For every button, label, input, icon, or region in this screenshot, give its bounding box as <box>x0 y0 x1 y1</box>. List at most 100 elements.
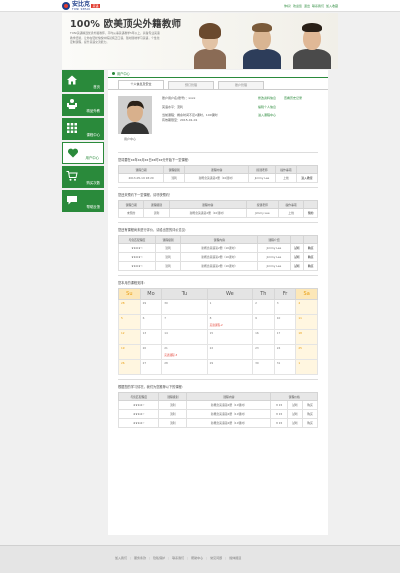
column-header: 课程日期 <box>117 165 165 174</box>
calendar-day[interactable]: 14 <box>161 329 208 345</box>
bookmark-link[interactable]: 加入收藏 <box>326 4 338 8</box>
buy-link[interactable]: 购买 <box>301 418 319 428</box>
calendar-day[interactable]: 6 <box>139 314 163 330</box>
footer-link[interactable]: 媒体报道 <box>229 556 241 560</box>
calendar-event[interactable]: 英语课程-2 <box>210 323 250 327</box>
day-number: 12 <box>121 331 125 335</box>
course-center-link[interactable]: 进入课程中心 <box>258 113 276 117</box>
calendar-day[interactable]: 25 <box>295 344 318 360</box>
tab-bookings[interactable]: 预订管理 <box>168 81 214 89</box>
column-header: 课程日期 <box>117 200 145 209</box>
banner-description: TONI英语精选优秀外籍教师，平均从事英语教学5年以上，具备专业英语教学经验，让… <box>70 31 160 45</box>
calendar-day[interactable]: 18 <box>295 329 318 345</box>
day-number: 16 <box>255 331 259 335</box>
calendar-day[interactable]: 11 <box>295 314 318 330</box>
footer-link[interactable]: 服务条款 <box>134 556 146 560</box>
calendar-day[interactable]: 19 <box>118 344 141 360</box>
calendar-day[interactable]: 31 <box>273 359 297 375</box>
footer-link[interactable]: 常见问题 <box>210 556 222 560</box>
calendar-day[interactable]: 21 英语课程-3 <box>161 344 208 360</box>
trial-link[interactable]: 试听 <box>286 400 303 410</box>
logo[interactable]: 安比克 TONI SPEAK 英语 <box>62 1 100 11</box>
calendar-day[interactable]: 20 <box>139 344 163 360</box>
sidebar-item-label: 帮助反馈 <box>86 205 100 209</box>
sidebar-item-user-center[interactable]: 用户中心 <box>62 142 104 164</box>
calendar-day[interactable]: 28 <box>161 359 208 375</box>
footer-link[interactable]: 帮助中心 <box>191 556 203 560</box>
calendar-day[interactable]: 13 <box>139 329 163 345</box>
calendar-day[interactable]: 1 <box>206 299 254 315</box>
trial-link[interactable]: 试听 <box>286 418 303 428</box>
calendar-day[interactable]: 23 <box>252 344 275 360</box>
calendar-day[interactable]: 17 <box>273 329 297 345</box>
sidebar-item-teachers[interactable]: 精品外教 <box>62 94 104 116</box>
calendar-week: 19 20 21 英语课程-3 22 23 24 25 <box>118 344 318 360</box>
calendar-day[interactable]: 24 <box>273 344 297 360</box>
edit-profile-link[interactable]: 编辑个人信息 <box>258 105 276 109</box>
sidebar-item-help[interactable]: 帮助反馈 <box>62 190 104 212</box>
trial-link[interactable]: 试听 <box>286 409 303 419</box>
day-number: 5 <box>121 316 123 320</box>
column-header <box>303 235 318 244</box>
calendar-day[interactable]: 9 <box>252 314 275 330</box>
calendar-day[interactable]: 15 <box>206 329 254 345</box>
day-number: 30 <box>164 301 168 305</box>
buy-link[interactable]: 购买 <box>301 409 319 419</box>
day-number: 15 <box>209 331 214 335</box>
calendar-day[interactable]: 2 <box>252 299 275 315</box>
history-link[interactable]: 查看历史记录 <box>284 96 302 100</box>
column-header: 课程价格 <box>270 392 318 401</box>
calendar-day[interactable]: 16 <box>252 329 275 345</box>
trial-link[interactable]: 试听 <box>289 243 305 253</box>
trial-link[interactable]: 试听 <box>289 261 305 271</box>
weekday-header: Su <box>118 288 141 300</box>
logout-link[interactable]: 退出 <box>304 4 310 8</box>
logo-tag: 英语 <box>91 4 100 8</box>
calendar-event[interactable]: 英语课程-3 <box>164 353 204 357</box>
footer-link[interactable]: 联系我们 <box>172 556 184 560</box>
calendar-day[interactable]: 28 <box>118 299 141 315</box>
column-header: 与您匹配程度 <box>118 235 156 244</box>
sidebar-item-home[interactable]: 首页 <box>62 70 104 92</box>
calendar-day[interactable]: 3 <box>273 299 297 315</box>
calendar-day[interactable]: 7 <box>161 314 208 330</box>
tab-profile[interactable]: 个人信息及安全 <box>118 80 164 89</box>
weekday-header: Mo <box>139 288 163 300</box>
contact-link[interactable]: 联系我们 <box>312 4 324 8</box>
column-header: 课程级别 <box>154 235 182 244</box>
logo-mark-icon <box>62 2 70 10</box>
footer-link[interactable]: 加入我们 <box>115 556 127 560</box>
calendar-day[interactable]: 5 <box>118 314 141 330</box>
edit-info-link[interactable]: 修改资料信息 <box>258 96 276 100</box>
book-link[interactable]: 预约 <box>303 208 318 218</box>
calendar-day[interactable]: 27 <box>139 359 163 375</box>
calendar-day[interactable]: 30 <box>161 299 208 315</box>
calendar-day[interactable]: 8 英语课程-2 <box>206 314 254 330</box>
upcoming-title: 您将要在xx年xx月xx日xx时xx分开始下一堂课程： <box>118 158 192 162</box>
calendar-day[interactable]: 29 <box>139 299 163 315</box>
calendar-day[interactable]: 26 <box>118 359 141 375</box>
calendar-day[interactable]: 4 <box>295 299 318 315</box>
buy-link[interactable]: 购买 <box>303 243 318 253</box>
footer-link[interactable]: 隐私保护 <box>153 556 165 560</box>
calendar-week: 26 27 28 29 30 31 1 <box>118 359 318 375</box>
weekday-header: Th <box>252 288 275 300</box>
enter-classroom-link[interactable]: 进入教室 <box>295 173 319 183</box>
tab-account[interactable]: 账户管理 <box>218 81 264 89</box>
sidebar-item-courses[interactable]: 课程中心 <box>62 118 104 140</box>
column-header: 授课老师 <box>245 200 279 209</box>
buy-link[interactable]: 购买 <box>301 400 319 410</box>
teacher-photo-3 <box>290 15 334 69</box>
calendar-day[interactable]: 30 <box>252 359 275 375</box>
calendar-day[interactable]: 12 <box>118 329 141 345</box>
calendar-day[interactable]: 22 <box>206 344 254 360</box>
calendar-day[interactable]: 1 <box>295 359 318 375</box>
calendar-day[interactable]: 10 <box>273 314 297 330</box>
calendar-day[interactable]: 29 <box>206 359 254 375</box>
sidebar-item-purchase[interactable]: 购买次数 <box>62 166 104 188</box>
buy-link[interactable]: 购买 <box>303 261 318 271</box>
day-number: 3 <box>276 301 279 305</box>
teacher-icon <box>67 99 77 109</box>
buy-link[interactable]: 购买 <box>303 252 318 262</box>
trial-link[interactable]: 试听 <box>289 252 305 262</box>
